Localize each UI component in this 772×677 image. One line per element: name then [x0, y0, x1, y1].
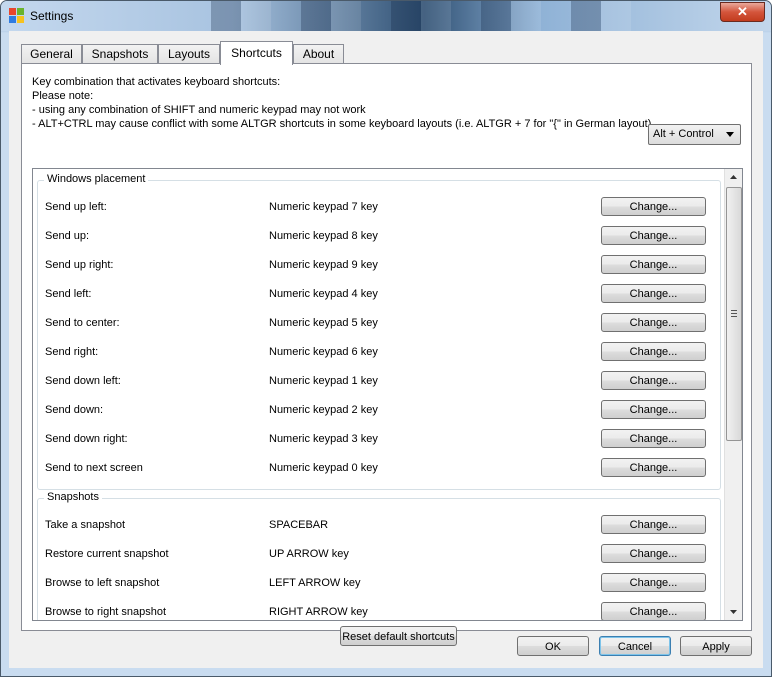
shortcut-label: Send to next screen [45, 462, 143, 474]
note-heading: Please note: [32, 90, 94, 102]
shortcut-label: Send up right: [45, 259, 114, 271]
group-title: Snapshots [44, 491, 102, 503]
shortcut-label: Send up: [45, 230, 90, 242]
close-button[interactable]: ✕ [720, 2, 765, 22]
tab-shortcuts[interactable]: Shortcuts [220, 41, 293, 65]
tab-label: Snapshots [91, 47, 149, 61]
dialog-client: General Snapshots Layouts Shortcuts Abou… [9, 31, 763, 668]
shortcut-key: Numeric keypad 8 key [269, 230, 378, 242]
shortcut-key: Numeric keypad 9 key [269, 259, 378, 271]
thumb-grip [731, 310, 737, 311]
shortcut-label: Send down left: [45, 375, 121, 387]
shortcut-label: Send down right: [45, 433, 128, 445]
tab-label: Shortcuts [231, 46, 282, 60]
group-title: Windows placement [44, 173, 149, 185]
shortcut-label: Send up left: [45, 201, 107, 213]
change-send-up-button[interactable]: Change... [601, 226, 706, 245]
title-bar[interactable]: Settings ✕ [1, 1, 771, 31]
change-send-left-button[interactable]: Change... [601, 284, 706, 303]
shortcut-key: Numeric keypad 0 key [269, 462, 378, 474]
shortcut-key: SPACEBAR [269, 519, 329, 531]
shortcut-key: UP ARROW key [269, 548, 349, 560]
tab-general[interactable]: General [21, 44, 82, 64]
tab-about[interactable]: About [293, 44, 344, 64]
shortcuts-panel: Key combination that activates keyboard … [21, 63, 752, 646]
scroll-thumb[interactable] [726, 187, 742, 441]
settings-window: Settings ✕ General Snapshots Layouts Sho… [0, 0, 772, 677]
chevron-down-icon [726, 132, 734, 137]
shortcut-key: Numeric keypad 6 key [269, 346, 378, 358]
change-send-down-left-button[interactable]: Change... [601, 371, 706, 390]
activation-label: Key combination that activates keyboard … [32, 76, 281, 88]
note-altgr-warning: - ALT+CTRL may cause conflict with some … [32, 118, 652, 130]
window-title: Settings [30, 9, 74, 23]
shortcut-key: Numeric keypad 7 key [269, 201, 378, 213]
change-browse-left-button[interactable]: Change... [601, 573, 706, 592]
modifier-select[interactable]: Alt + Control [648, 124, 741, 145]
ok-button[interactable]: OK [517, 636, 589, 656]
change-restore-snapshot-button[interactable]: Change... [601, 544, 706, 563]
change-browse-right-button[interactable]: Change... [601, 602, 706, 620]
shortcut-key: Numeric keypad 1 key [269, 375, 378, 387]
reset-default-shortcuts-button[interactable]: Reset default shortcuts [340, 626, 457, 646]
shortcut-label: Restore current snapshot [45, 548, 169, 560]
scroll-down-button[interactable] [725, 603, 742, 620]
shortcut-key: Numeric keypad 5 key [269, 317, 378, 329]
modifier-select-value: Alt + Control [653, 128, 714, 140]
change-send-up-right-button[interactable]: Change... [601, 255, 706, 274]
tab-snapshots[interactable]: Snapshots [82, 44, 158, 64]
shortcut-label: Browse to left snapshot [45, 577, 160, 589]
shortcut-label: Browse to right snapshot [45, 606, 167, 618]
change-send-down-right-button[interactable]: Change... [601, 429, 706, 448]
tab-label: About [302, 47, 335, 61]
shortcuts-scroll-area[interactable]: Windows placement Send up left: Numeric … [32, 168, 743, 621]
shortcut-key: Numeric keypad 4 key [269, 288, 378, 300]
vertical-scrollbar[interactable] [724, 169, 742, 620]
close-icon: ✕ [737, 4, 748, 19]
note-shift-warning: - using any combination of SHIFT and num… [32, 104, 366, 116]
tab-label: Layouts [167, 47, 211, 61]
tab-label: General [30, 47, 73, 61]
scroll-down-arrow-icon [730, 610, 737, 614]
change-take-snapshot-button[interactable]: Change... [601, 515, 706, 534]
shortcut-key: Numeric keypad 2 key [269, 404, 378, 416]
shortcut-key: RIGHT ARROW key [269, 606, 368, 618]
shortcut-label: Send right: [45, 346, 99, 358]
shortcut-label: Send to center: [45, 317, 120, 329]
thumb-grip [731, 313, 737, 314]
shortcut-label: Send left: [45, 288, 92, 300]
shortcut-key: LEFT ARROW key [269, 577, 361, 589]
scroll-up-button[interactable] [725, 169, 742, 186]
change-send-down-button[interactable]: Change... [601, 400, 706, 419]
change-send-to-next-screen-button[interactable]: Change... [601, 458, 706, 477]
shortcut-key: Numeric keypad 3 key [269, 433, 378, 445]
shortcut-label: Send down: [45, 404, 104, 416]
change-send-right-button[interactable]: Change... [601, 342, 706, 361]
thumb-grip [731, 316, 737, 317]
cancel-button[interactable]: Cancel [599, 636, 671, 656]
change-send-to-center-button[interactable]: Change... [601, 313, 706, 332]
title-bar-background [181, 1, 631, 31]
tab-layouts[interactable]: Layouts [158, 44, 220, 64]
shortcut-label: Take a snapshot [45, 519, 126, 531]
apply-button[interactable]: Apply [680, 636, 752, 656]
change-send-up-left-button[interactable]: Change... [601, 197, 706, 216]
scroll-up-arrow-icon [730, 175, 737, 179]
app-windows-icon[interactable] [9, 8, 25, 24]
